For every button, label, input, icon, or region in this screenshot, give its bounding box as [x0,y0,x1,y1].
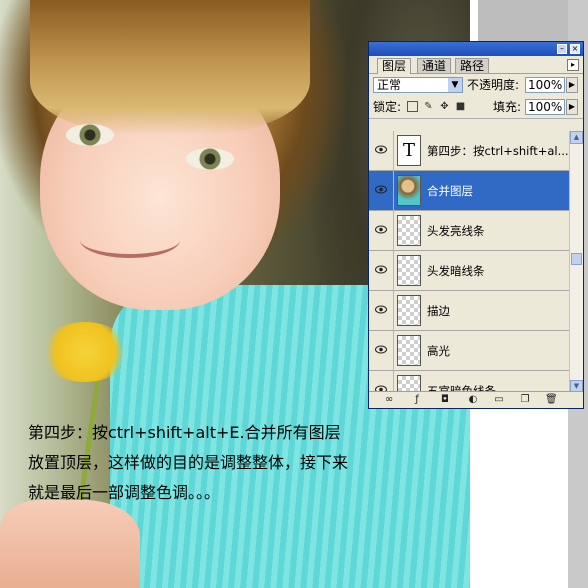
blend-mode-value: 正常 [377,78,402,92]
visibility-toggle[interactable] [369,251,394,290]
trash-icon[interactable]: 🗑 [545,394,558,405]
right-eye [186,148,234,170]
layer-row[interactable]: 头发暗线条 [369,251,569,291]
adjustment-layer-icon[interactable]: ◐ [467,394,479,405]
fill-input[interactable]: 100% [525,99,565,115]
visibility-toggle[interactable] [369,211,394,250]
layer-thumbnail [397,215,421,246]
caption-line-3: 就是最后一部调整色调。。。 [28,483,221,502]
new-layer-icon[interactable]: ❐ [519,394,531,405]
layer-row[interactable]: 五官暗色线条 [369,371,569,393]
layer-name: 描边 [427,304,450,318]
layers-scrollbar[interactable]: ▲ ▼ [569,131,583,393]
layer-name: 头发暗线条 [427,264,485,278]
layer-row-selected[interactable]: 合并图层 [369,171,569,211]
new-group-icon[interactable]: ▭ [493,394,505,405]
visibility-toggle[interactable] [369,291,394,330]
eye-icon [375,305,387,314]
layer-row[interactable]: 高光 [369,331,569,371]
lock-all-icon[interactable]: ■ [455,101,466,112]
blend-mode-select[interactable]: 正常 ▼ [373,77,463,93]
text-layer-icon: T [397,135,421,166]
layers-palette: – × 图层 通道 路径 ▸ 正常 ▼ 不透明度: 100% ▶ 锁定: ✎ ✥… [368,41,584,409]
lock-transparency-icon[interactable] [407,101,418,112]
layer-row[interactable]: 头发亮线条 [369,211,569,251]
layer-row[interactable]: T 第四步：按ctrl+shift+al... [369,131,569,171]
caption-line-1: 第四步：按ctrl+shift+alt+E.合并所有图层 [28,423,341,442]
scroll-up-icon[interactable]: ▲ [570,131,583,144]
bangs [30,0,310,135]
caption-line-2: 放置顶层，这样做的目的是调整整体，接下来 [28,453,349,472]
opacity-input[interactable]: 100% [525,77,565,93]
tab-paths[interactable]: 路径 [455,58,490,73]
tutorial-caption: 第四步：按ctrl+shift+alt+E.合并所有图层 放置顶层，这样做的目的… [28,418,448,508]
tab-channels[interactable]: 通道 [417,58,452,73]
blend-row: 正常 ▼ 不透明度: 100% ▶ [369,74,583,96]
scroll-thumb[interactable] [571,253,582,265]
layer-name: 合并图层 [427,184,473,198]
palette-bottom-bar: ∞ ƒ ◘ ◐ ▭ ❐ 🗑 [369,391,583,408]
opacity-label: 不透明度: [467,78,520,92]
eye-icon [375,145,387,154]
palette-tabs: 图层 通道 路径 ▸ [369,56,583,74]
left-eye [66,124,114,146]
link-icon[interactable]: ∞ [383,394,395,405]
layer-name: 头发亮线条 [427,224,485,238]
eye-icon [375,185,387,194]
close-icon[interactable]: × [570,44,580,54]
layer-thumbnail [397,295,421,326]
visibility-toggle[interactable] [369,131,394,170]
layer-thumbnail [397,255,421,286]
layer-thumbnail [397,175,421,206]
layer-thumbnail [397,335,421,366]
eye-icon [375,265,387,274]
lock-brush-icon[interactable]: ✎ [423,101,434,112]
palette-menu-icon[interactable]: ▸ [567,59,579,71]
visibility-toggle[interactable] [369,371,394,393]
lock-label: 锁定: [373,100,402,114]
layer-style-icon[interactable]: ƒ [411,394,423,405]
fill-label: 填充: [493,100,522,114]
palette-titlebar[interactable]: – × [369,42,583,56]
visibility-toggle[interactable] [369,331,394,370]
fill-arrow-icon[interactable]: ▶ [566,99,578,115]
smile [80,222,180,258]
layer-name: 第四步：按ctrl+shift+al... [427,144,569,158]
eye-icon [375,225,387,234]
hand [0,500,140,588]
dandelion-flower [40,322,130,382]
layers-list: T 第四步：按ctrl+shift+al... 合并图层 头发亮线条 头发暗线条 [369,131,569,393]
lock-move-icon[interactable]: ✥ [439,101,450,112]
layer-row[interactable]: 描边 [369,291,569,331]
tab-layers[interactable]: 图层 [377,58,412,74]
visibility-toggle[interactable] [369,171,394,210]
layer-name: 高光 [427,344,450,358]
chevron-down-icon[interactable]: ▼ [448,78,462,92]
lock-row: 锁定: ✎ ✥ ■ 填充: 100% ▶ [369,96,583,119]
mask-icon[interactable]: ◘ [439,394,451,405]
eye-icon [375,345,387,354]
opacity-arrow-icon[interactable]: ▶ [566,77,578,93]
minimize-icon[interactable]: – [557,44,567,54]
